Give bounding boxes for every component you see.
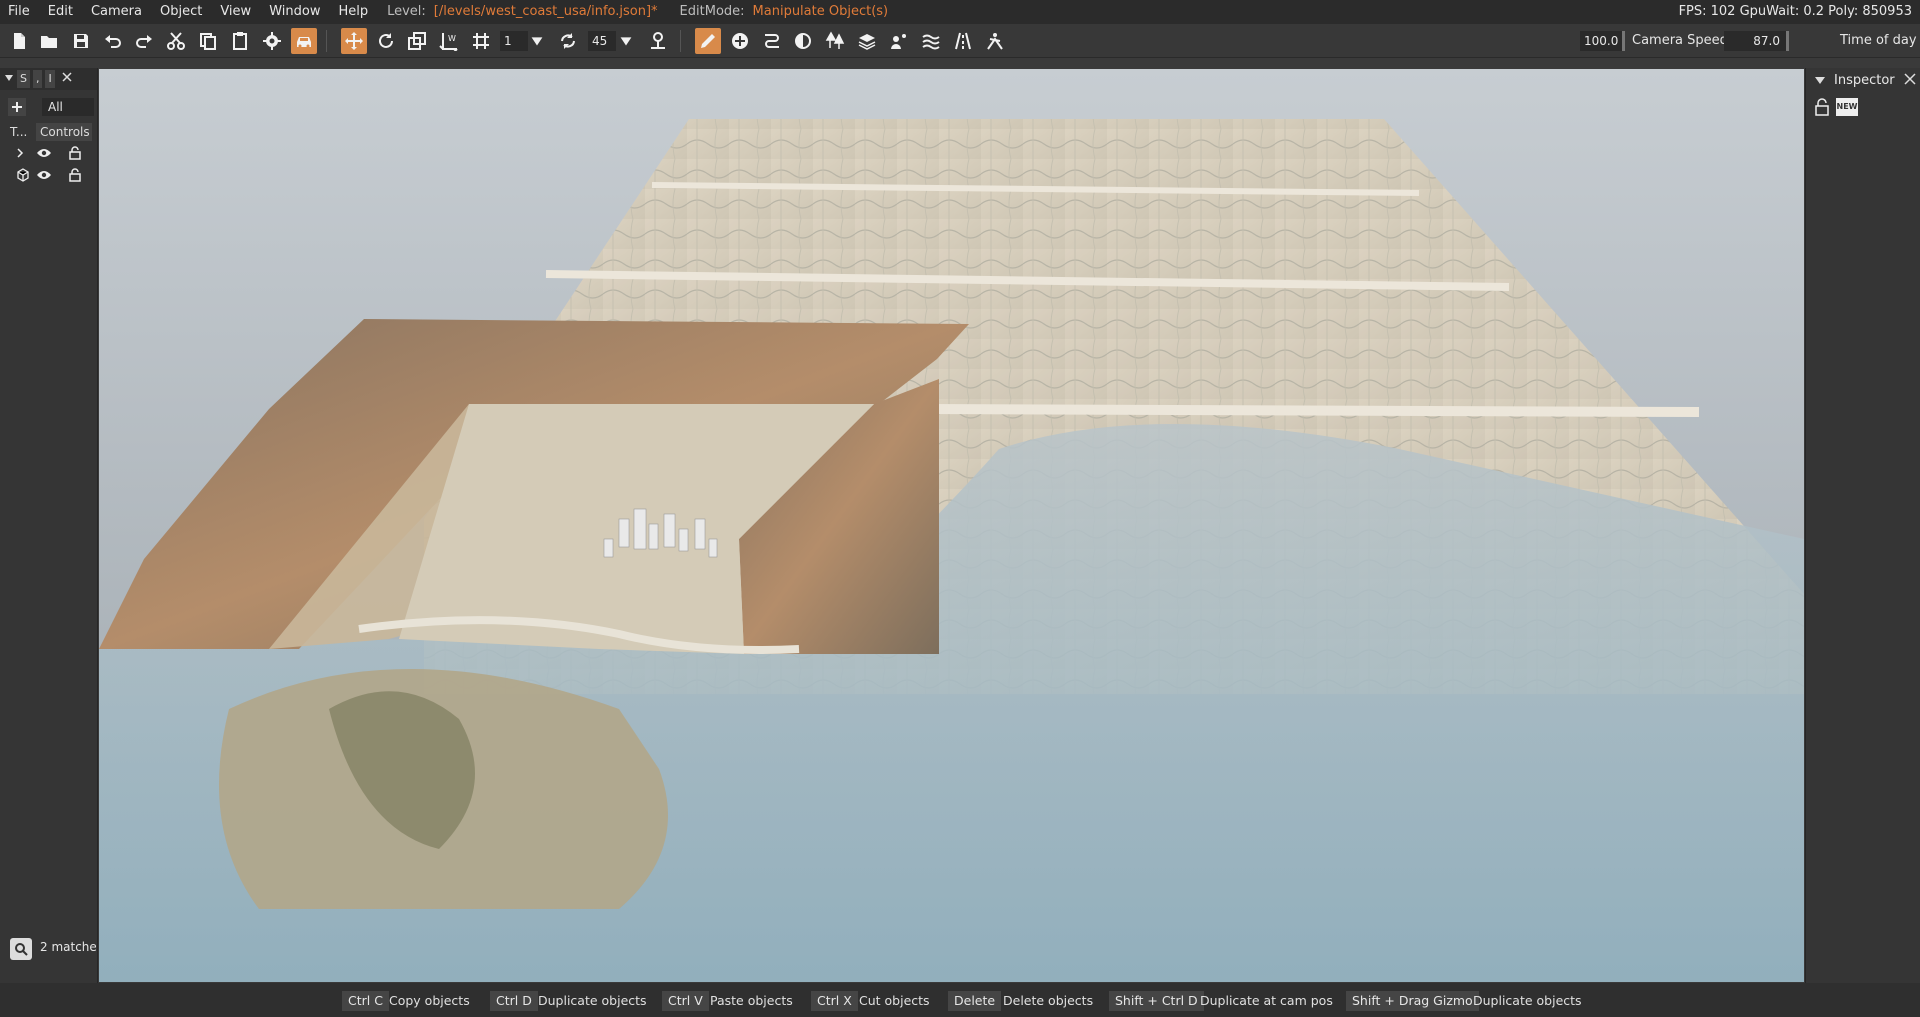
- camera-speed-label: Camera Speed: [1632, 33, 1728, 48]
- scale-gizmo-icon[interactable]: [404, 28, 430, 54]
- shortcut-desc: Duplicate at cam pos: [1200, 993, 1333, 1008]
- terrain-scene: [99, 119, 1804, 982]
- menu-help[interactable]: Help: [329, 0, 377, 24]
- snap-dropdown-icon[interactable]: [528, 28, 546, 54]
- settings-icon[interactable]: [259, 28, 285, 54]
- filter-field[interactable]: All: [42, 98, 94, 116]
- inspector-lock-icon[interactable]: [1814, 98, 1832, 116]
- shortcut-key: Shift + Ctrl D: [1109, 991, 1204, 1011]
- angle-value-field[interactable]: 45: [588, 31, 616, 51]
- editmode-value: Manipulate Object(s): [752, 4, 889, 19]
- status-bar: Ctrl C Copy objects Ctrl D Duplicate obj…: [0, 983, 1920, 1017]
- svg-text:W: W: [448, 34, 456, 43]
- visibility-eye-icon[interactable]: [35, 166, 53, 184]
- tab-third[interactable]: I: [45, 70, 55, 88]
- menu-window[interactable]: Window: [260, 0, 329, 24]
- cut-icon[interactable]: [163, 28, 189, 54]
- toolbar: W 1 45 100.0 Camera Speed 87.0 Time of d…: [0, 24, 1920, 58]
- paste-icon[interactable]: [227, 28, 253, 54]
- scene-tree-panel: S , I All T... Controls 2 matches: [0, 68, 98, 983]
- rotate-gizmo-icon[interactable]: [373, 28, 399, 54]
- editmode-label: EditMode:: [679, 4, 745, 19]
- panel-tabs: S , I: [0, 68, 97, 90]
- close-inspector-icon[interactable]: [1903, 72, 1917, 90]
- open-folder-icon[interactable]: [36, 28, 62, 54]
- column-type: T...: [10, 125, 28, 139]
- visibility-eye-icon[interactable]: [35, 144, 53, 162]
- performance-stats: FPS: 102 GpuWait: 0.2 Poly: 850953: [1678, 4, 1912, 19]
- time-of-day-label: Time of day: [1840, 33, 1917, 48]
- forest-icon[interactable]: [822, 28, 848, 54]
- shortcut-desc: Duplicate objects: [538, 993, 647, 1008]
- tab-second[interactable]: ,: [32, 70, 43, 88]
- inspector-panel: Inspector NEW: [1805, 68, 1920, 983]
- object-cube-icon: [14, 166, 32, 184]
- close-panel-icon[interactable]: [61, 71, 73, 87]
- grid-snap-icon[interactable]: [468, 28, 494, 54]
- lock-icon[interactable]: [66, 166, 84, 184]
- rotate-snap-icon[interactable]: [555, 28, 581, 54]
- column-controls: Controls: [36, 123, 92, 141]
- shortcut-key: Ctrl V: [662, 991, 709, 1011]
- copy-icon[interactable]: [195, 28, 221, 54]
- level-path: [/levels/west_coast_usa/info.json]*: [433, 4, 658, 19]
- 3d-viewport[interactable]: [99, 69, 1804, 982]
- shortcut-key: Delete: [948, 991, 1002, 1011]
- save-icon[interactable]: [68, 28, 94, 54]
- inspector-menu-icon[interactable]: [1814, 74, 1826, 90]
- undo-icon[interactable]: [100, 28, 126, 54]
- time-of-day-field[interactable]: 87.0: [1724, 31, 1786, 51]
- menu-edit[interactable]: Edit: [39, 0, 82, 24]
- expand-chevron-icon[interactable]: [11, 144, 29, 162]
- add-object-icon[interactable]: [727, 28, 753, 54]
- shortcut-desc: Delete objects: [1003, 993, 1094, 1008]
- menu-file[interactable]: File: [0, 0, 39, 24]
- river-icon[interactable]: [918, 28, 944, 54]
- shortcut-desc: Duplicate objects: [1473, 993, 1582, 1008]
- shortcut-desc: Copy objects: [389, 993, 470, 1008]
- lock-icon[interactable]: [66, 144, 84, 162]
- camera-speed-field[interactable]: 100.0: [1580, 31, 1622, 51]
- angle-dropdown-icon[interactable]: [617, 28, 635, 54]
- shortcut-desc: Cut objects: [859, 993, 930, 1008]
- search-icon[interactable]: [10, 938, 32, 960]
- tab-scenetree[interactable]: S: [17, 70, 30, 88]
- pencil-icon[interactable]: [695, 28, 721, 54]
- menu-object[interactable]: Object: [151, 0, 211, 24]
- layers-icon[interactable]: [854, 28, 880, 54]
- translate-gizmo-icon[interactable]: [341, 28, 367, 54]
- add-group-icon[interactable]: [8, 98, 26, 116]
- menu-bar: File Edit Camera Object View Window Help…: [0, 0, 1920, 24]
- shortcut-key: Ctrl D: [490, 991, 538, 1011]
- shortcut-key: Ctrl C: [342, 991, 389, 1011]
- axis-world-icon[interactable]: W: [436, 28, 462, 54]
- road-icon[interactable]: [759, 28, 785, 54]
- vehicle-icon[interactable]: [291, 28, 317, 54]
- shortcut-key: Shift + Drag Gizmo: [1346, 991, 1479, 1011]
- mesh-road-icon[interactable]: [950, 28, 976, 54]
- redo-icon[interactable]: [131, 28, 157, 54]
- paint-icon[interactable]: [886, 28, 912, 54]
- inspector-title: Inspector: [1834, 73, 1895, 88]
- navigation-icon[interactable]: [982, 28, 1008, 54]
- menu-camera[interactable]: Camera: [82, 0, 151, 24]
- new-inspector-button[interactable]: NEW: [1836, 98, 1858, 116]
- panel-menu-icon[interactable]: [4, 72, 14, 87]
- matches-count: 2 matches: [40, 940, 96, 954]
- level-label: Level:: [387, 4, 426, 19]
- terrain-snap-icon[interactable]: [645, 28, 671, 54]
- decal-icon[interactable]: [790, 28, 816, 54]
- shortcut-desc: Paste objects: [710, 993, 793, 1008]
- new-file-icon[interactable]: [6, 28, 32, 54]
- snap-value-field[interactable]: 1: [500, 31, 528, 51]
- shortcut-key: Ctrl X: [811, 991, 858, 1011]
- menu-view[interactable]: View: [211, 0, 260, 24]
